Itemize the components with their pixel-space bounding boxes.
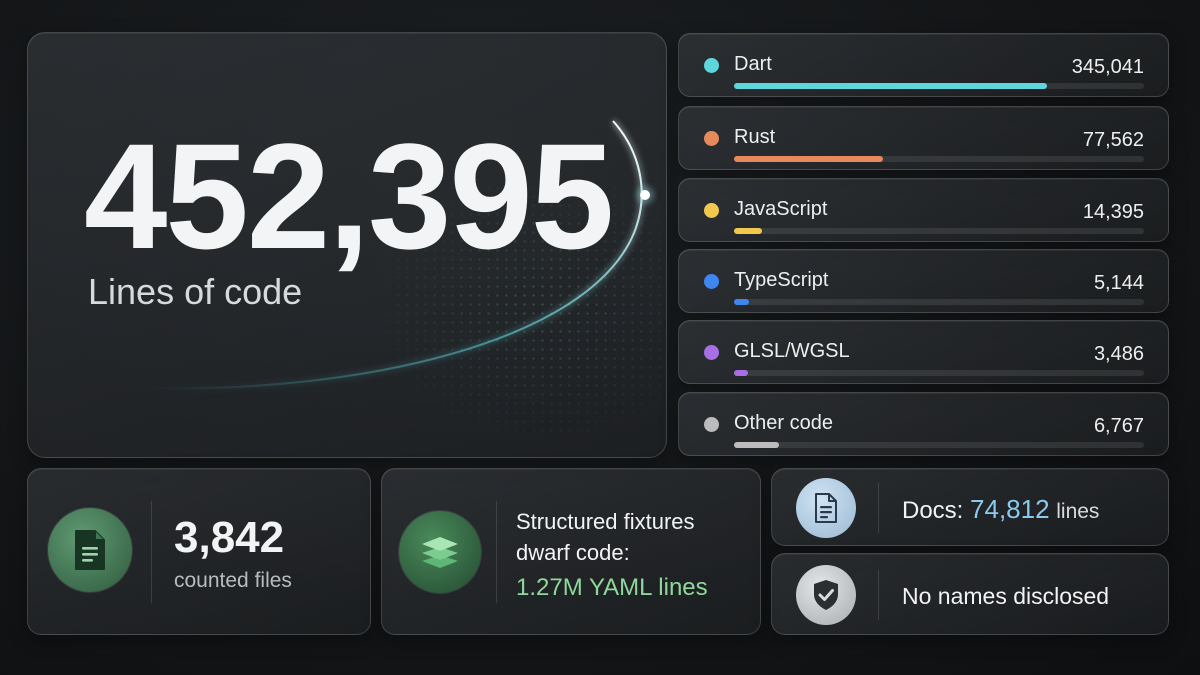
shield-check-icon (796, 565, 856, 625)
language-lines: 14,395 (1082, 201, 1144, 223)
divider (878, 483, 879, 533)
language-color-dot (704, 274, 719, 289)
privacy-card: No names disclosed (771, 553, 1169, 635)
language-color-dot (704, 203, 719, 218)
language-row-javascript: JavaScript 14,395 (678, 178, 1169, 242)
total-lines-label: Lines of code (88, 271, 303, 312)
language-bar-track (734, 83, 1144, 89)
total-lines-card: 452,395 Lines of code (27, 32, 667, 458)
language-row-rust: Rust 77,562 (678, 106, 1169, 170)
fixtures-line-1: Structured fixtures (516, 509, 695, 534)
language-name: Dart (734, 53, 772, 75)
language-color-dot (704, 58, 719, 73)
fixtures-line-2: dwarf code: (516, 540, 630, 565)
language-bar-fill (734, 228, 762, 234)
language-bar-fill (734, 299, 750, 305)
language-lines: 77,562 (1082, 129, 1144, 151)
language-name: TypeScript (734, 269, 829, 291)
language-row-typescript: TypeScript 5,144 (678, 249, 1169, 313)
document-icon (48, 508, 132, 592)
privacy-label: No names disclosed (902, 583, 1110, 609)
language-bar-track (734, 370, 1144, 376)
language-color-dot (704, 417, 719, 432)
language-row-glsl-wgsl: GLSL/WGSL 3,486 (678, 320, 1169, 384)
language-bar-fill (734, 83, 1047, 89)
language-bar-fill (734, 442, 779, 448)
language-row-other-code: Other code 6,767 (678, 392, 1169, 456)
docs-count: 74,812 (970, 494, 1050, 524)
layers-icon (399, 511, 481, 593)
document-icon (796, 478, 856, 538)
language-lines: 6,767 (1093, 415, 1144, 437)
language-row-dart: Dart 345,041 (678, 33, 1169, 97)
language-color-dot (704, 131, 719, 146)
docs-summary: Docs: 74,812 lines (902, 494, 1099, 525)
language-bar-track (734, 156, 1144, 162)
language-lines: 3,486 (1093, 343, 1144, 365)
language-bar-track (734, 228, 1144, 234)
counted-files-card: 3,842 counted files (27, 468, 371, 635)
fixtures-card: Structured fixtures dwarf code: 1.27M YA… (381, 468, 761, 635)
language-name: JavaScript (734, 198, 828, 220)
language-color-dot (704, 345, 719, 360)
language-bar-fill (734, 370, 748, 376)
divider (151, 501, 152, 603)
divider (878, 570, 879, 620)
divider (496, 501, 497, 603)
language-bar-track (734, 442, 1144, 448)
docs-card: Docs: 74,812 lines (771, 468, 1169, 546)
files-count: 3,842 (174, 513, 285, 562)
language-lines: 5,144 (1093, 272, 1144, 294)
language-name: Rust (734, 126, 776, 148)
docs-suffix: lines (1056, 500, 1100, 523)
language-bar-track (734, 299, 1144, 305)
fixtures-yaml-lines: 1.27M YAML lines (516, 574, 708, 601)
language-lines: 345,041 (1071, 56, 1144, 78)
total-lines-value: 452,395 (84, 112, 614, 280)
language-name: Other code (734, 412, 833, 434)
language-bar-fill (734, 156, 883, 162)
docs-prefix: Docs: (902, 497, 964, 524)
files-label: counted files (174, 569, 292, 592)
language-name: GLSL/WGSL (734, 340, 850, 362)
